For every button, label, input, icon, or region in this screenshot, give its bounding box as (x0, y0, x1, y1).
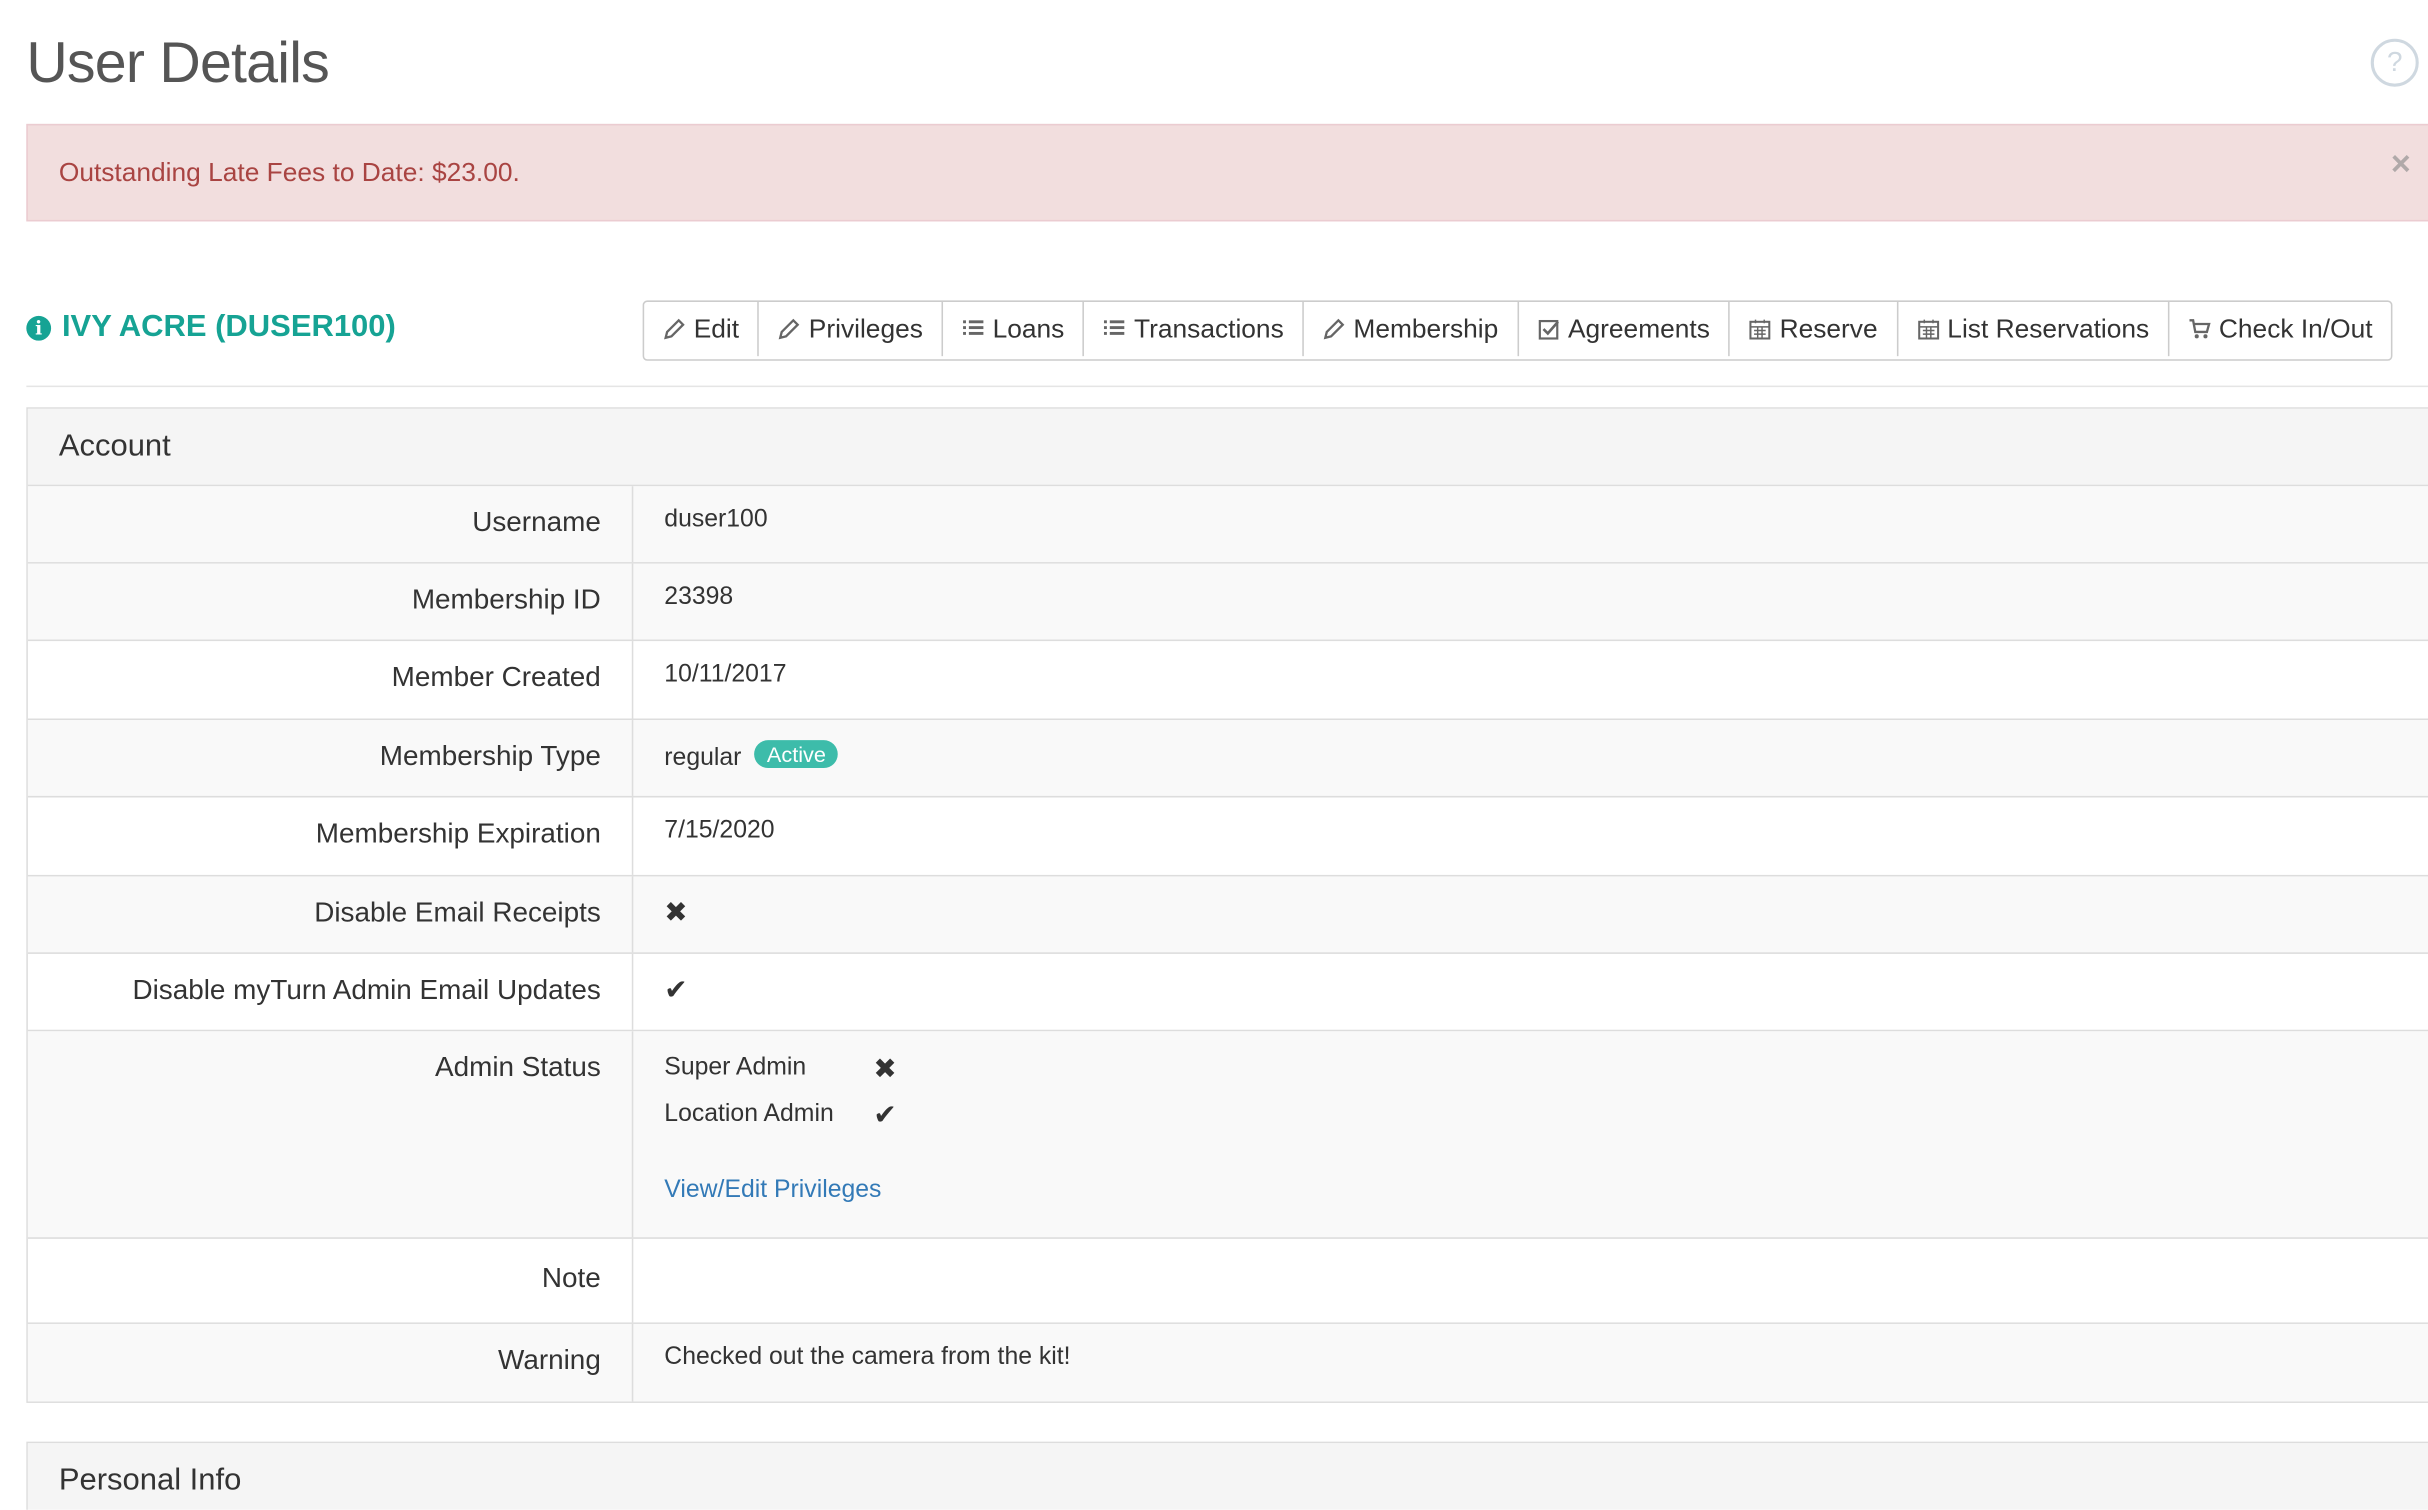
member-created-value: 10/11/2017 (664, 661, 787, 688)
table-row: Disable Email Receipts ✖ (27, 876, 2428, 954)
reserve-button[interactable]: Reserve (1730, 301, 1898, 357)
super-admin-label: Super Admin (664, 1054, 807, 1081)
list-reservations-button[interactable]: List Reservations (1898, 301, 2170, 357)
agreements-button-label: Agreements (1567, 313, 1710, 343)
member-created-label: Member Created (28, 641, 634, 719)
user-name: IVY ACRE (DUSER100) (61, 309, 396, 344)
table-row: Warning Checked out the camera from the … (27, 1323, 2428, 1402)
account-heading: Account (27, 408, 2428, 487)
table-row: Disable myTurn Admin Email Updates ✔ (27, 953, 2428, 1032)
pencil-icon (779, 318, 800, 340)
personal-info-heading: Personal Info (27, 1443, 2428, 1510)
alert-text: Outstanding Late Fees to Date: $23.00. (58, 157, 520, 188)
disable-admin-email-updates-cell: ✔ (633, 954, 2428, 1030)
pencil-icon (664, 318, 685, 340)
username-value: duser100 (664, 506, 768, 533)
cart-icon (2189, 319, 2211, 339)
membership-type-cell: regular Active (633, 720, 2428, 796)
table-row: Membership Expiration 7/15/2020 (27, 797, 2428, 877)
question-circle-icon[interactable]: ? (2370, 38, 2419, 87)
user-heading: i IVY ACRE (DUSER100) (26, 310, 396, 346)
loans-button-label: Loans (992, 313, 1065, 343)
list-reservations-button-label: List Reservations (1947, 313, 2150, 343)
check-in-out-button-label: Check In/Out (2218, 313, 2373, 343)
divider (26, 385, 2428, 388)
privileges-button[interactable]: Privileges (759, 301, 944, 357)
status-badge: Active (754, 740, 839, 769)
transactions-button[interactable]: Transactions (1084, 301, 1304, 357)
check-square-icon (1538, 319, 1559, 340)
disable-email-receipts-cell: ✖ (633, 876, 2428, 952)
warning-label: Warning (28, 1323, 634, 1402)
note-value (633, 1239, 2428, 1323)
super-admin-line: Super Admin ✖ (664, 1045, 2428, 1091)
location-admin-line: Location Admin ✔ (664, 1092, 2428, 1138)
pencil-icon (1323, 318, 1345, 340)
membership-expiration-value: 7/15/2020 (664, 817, 775, 844)
table-row: Member Created 10/11/2017 (27, 641, 2428, 721)
membership-id-label: Membership ID (28, 563, 634, 640)
user-toolbar: Edit Privileges Loans Transactions Membe… (642, 300, 2393, 361)
location-admin-label: Location Admin (664, 1100, 834, 1128)
privileges-button-label: Privileges (808, 313, 923, 343)
table-row: Admin Status Super Admin ✖ Location Admi… (27, 1031, 2428, 1239)
table-row: Membership ID 23398 (27, 563, 2428, 642)
table-row: Username duser100 (27, 486, 2428, 564)
account-panel: Account Username duser100 Membership ID … (26, 407, 2428, 1403)
membership-expiration-label: Membership Expiration (28, 797, 634, 875)
close-icon[interactable]: × (2391, 144, 2411, 184)
table-row: Membership Type regular Active (27, 720, 2428, 798)
note-label: Note (28, 1238, 634, 1323)
membership-type-label: Membership Type (28, 720, 634, 796)
late-fees-alert: Outstanding Late Fees to Date: $23.00. × (26, 123, 2428, 222)
edit-button[interactable]: Edit (644, 301, 760, 357)
reserve-button-label: Reserve (1779, 313, 1878, 343)
membership-id-value: 23398 (664, 583, 734, 611)
warning-value: Checked out the camera from the kit! (664, 1344, 1071, 1371)
x-icon: ✖ (664, 896, 688, 928)
personal-info-panel: Personal Info (26, 1441, 2428, 1510)
list-icon (1104, 320, 1125, 335)
disable-email-receipts-label: Disable Email Receipts (28, 876, 634, 953)
x-icon: ✖ (873, 1052, 897, 1084)
calendar-icon (1917, 319, 1939, 340)
user-details-page: User Details ? Outstanding Late Fees to … (0, 0, 2428, 1510)
check-icon: ✔ (664, 974, 688, 1005)
username-label: Username (28, 486, 634, 563)
disable-admin-email-updates-label: Disable myTurn Admin Email Updates (28, 953, 634, 1030)
membership-button-label: Membership (1353, 313, 1499, 343)
membership-type-value: regular (664, 744, 742, 772)
calendar-icon (1749, 319, 1771, 340)
list-icon (963, 320, 984, 335)
admin-status-label: Admin Status (28, 1031, 634, 1238)
view-edit-privileges-link[interactable]: View/Edit Privileges (664, 1177, 881, 1203)
table-row: Note (27, 1238, 2428, 1324)
transactions-button-label: Transactions (1134, 313, 1284, 343)
info-circle-icon: i (26, 315, 52, 340)
membership-button[interactable]: Membership (1304, 301, 1519, 357)
check-in-out-button[interactable]: Check In/Out (2169, 302, 2391, 356)
admin-status-cell: Super Admin ✖ Location Admin ✔ View/Edit… (633, 1031, 2428, 1237)
page-title: User Details (26, 30, 330, 95)
agreements-button[interactable]: Agreements (1518, 301, 1731, 357)
check-icon: ✔ (873, 1098, 897, 1130)
edit-button-label: Edit (693, 313, 740, 343)
loans-button[interactable]: Loans (943, 301, 1085, 357)
